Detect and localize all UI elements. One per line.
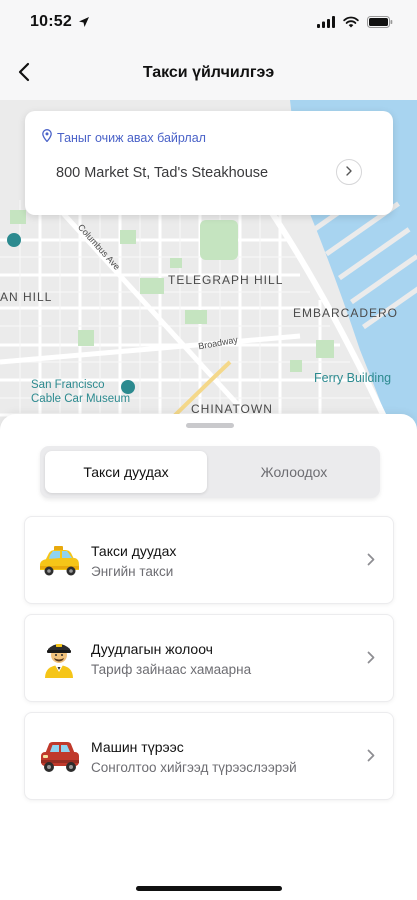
chevron-right-icon	[367, 651, 375, 669]
map-poi-ferry-building: Ferry Building	[314, 371, 392, 385]
option-rental[interactable]: Машин түрээс Сонголтоо хийгээд түрээслээ…	[24, 712, 394, 800]
pickup-label: Таныг очиж авах байрлал	[57, 131, 206, 145]
option-subtitle: Тариф зайнаас хамаарна	[91, 662, 252, 677]
chevron-right-icon	[367, 749, 375, 767]
page-title: Такси үйлчилгээ	[142, 64, 275, 81]
sheet-grabber[interactable]	[186, 423, 234, 428]
tab-call-taxi[interactable]: Такси дуудах	[45, 451, 207, 493]
option-title: Такси дуудах	[91, 543, 177, 559]
status-time: 10:52	[30, 13, 72, 30]
driver-icon	[37, 636, 81, 680]
status-icons	[317, 15, 393, 33]
option-title: Машин түрээс	[91, 739, 184, 755]
taxi-car-icon	[37, 538, 81, 582]
pickup-address[interactable]: 800 Market St, Tad's Steakhouse	[56, 165, 268, 181]
battery-icon	[367, 15, 393, 33]
wifi-icon	[343, 15, 359, 33]
map-label-telegraph-hill: TELEGRAPH HILL	[168, 273, 284, 287]
map-poi-cable-car-museum: San Francisco Cable Car Museum	[31, 378, 130, 406]
option-subtitle: Энгийн такси	[91, 564, 174, 579]
chevron-right-icon	[346, 163, 352, 181]
location-arrow-icon	[78, 15, 90, 33]
option-title: Дуудлагын жолооч	[91, 641, 213, 657]
rental-car-icon	[37, 734, 81, 778]
home-indicator[interactable]	[136, 886, 282, 891]
pickup-card[interactable]: Таныг очиж авах байрлал 800 Market St, T…	[25, 111, 393, 215]
nav-bar: Такси үйлчилгээ	[0, 48, 417, 100]
option-subtitle: Сонголтоо хийгээд түрээслээрэй	[91, 760, 297, 775]
map-pin-icon	[42, 129, 52, 147]
status-bar: 10:52	[0, 0, 417, 48]
poi-line1: San Francisco	[31, 379, 105, 391]
pickup-go-button[interactable]	[336, 159, 362, 185]
poi-line2: Cable Car Museum	[31, 393, 131, 405]
map-label-nob-hill: AN HILL	[0, 290, 53, 304]
map-label-embarcadero: EMBARCADERO	[293, 306, 399, 320]
service-tabs: Такси дуудах Жолоодох	[40, 446, 380, 498]
pickup-label-row: Таныг очиж авах байрлал	[42, 129, 206, 147]
signal-icon	[317, 15, 335, 33]
option-driver[interactable]: Дуудлагын жолооч Тариф зайнаас хамаарна	[24, 614, 394, 702]
tab-drive[interactable]: Жолоодох	[213, 451, 375, 493]
option-taxi[interactable]: Такси дуудах Энгийн такси	[24, 516, 394, 604]
bottom-sheet: Такси дуудах Жолоодох Такси дуудах Энгий…	[0, 414, 417, 900]
chevron-right-icon	[367, 553, 375, 571]
